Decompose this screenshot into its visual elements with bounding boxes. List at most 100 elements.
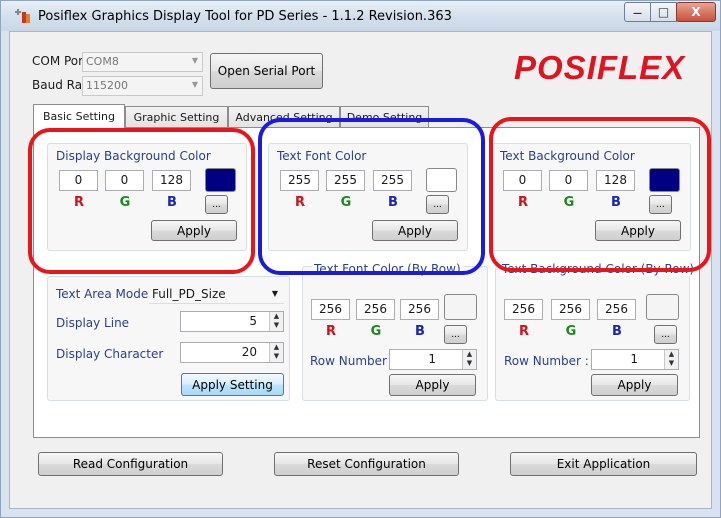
red-value-input[interactable]: 255	[280, 170, 319, 191]
color-swatch[interactable]	[444, 294, 477, 320]
display-line-spinner[interactable]: 5 ▲ ▼	[180, 311, 284, 332]
red-value-input[interactable]: 0	[503, 170, 542, 191]
spin-arrows-icon[interactable]: ▲ ▼	[269, 312, 283, 331]
com-port-value: COM8	[86, 55, 119, 68]
group-title: Display Background Color	[56, 149, 211, 163]
red-value-input[interactable]: 256	[311, 299, 350, 320]
open-serial-port-button[interactable]: Open Serial Port	[210, 53, 323, 89]
spin-arrows-icon[interactable]: ▲ ▼	[664, 350, 678, 369]
text-area-mode-select[interactable]: Full_PD_Size ▼	[149, 284, 284, 304]
red-label: R	[325, 324, 336, 339]
color-picker-button[interactable]: ...	[654, 325, 677, 344]
color-picker-button[interactable]: ...	[649, 195, 672, 214]
green-value-input[interactable]: 0	[105, 170, 144, 191]
text-area-mode-label: Text Area Mode	[56, 287, 149, 301]
display-line-label: Display Line	[56, 316, 130, 330]
read-configuration-button[interactable]: Read Configuration	[38, 452, 223, 476]
baud-rate-value: 115200	[86, 79, 128, 92]
green-label: G	[340, 195, 352, 210]
blue-value-input[interactable]: 256	[400, 299, 439, 320]
window-title: Posiflex Graphics Display Tool for PD Se…	[38, 9, 452, 24]
blue-label: B	[167, 195, 177, 210]
blue-label: B	[611, 195, 621, 210]
blue-label: B	[415, 324, 425, 339]
color-picker-button[interactable]: ...	[205, 195, 228, 214]
row-number-value: 1	[428, 352, 436, 366]
apply-button[interactable]: Apply	[591, 374, 678, 396]
close-icon: X	[691, 5, 701, 19]
group-title: Text Background Color	[500, 149, 635, 163]
text-area-mode-value: Full_PD_Size	[152, 287, 226, 301]
green-value-input[interactable]: 0	[549, 170, 588, 191]
apply-setting-button[interactable]: Apply Setting	[181, 373, 284, 396]
group-title: Text Background Color (By Row)	[500, 262, 697, 276]
row-number-spinner[interactable]: 1 ▲ ▼	[591, 349, 679, 370]
apply-button[interactable]: Apply	[389, 374, 476, 396]
green-value-input[interactable]: 255	[326, 170, 365, 191]
red-value-input[interactable]: 256	[504, 299, 543, 320]
green-label: G	[563, 195, 575, 210]
green-value-input[interactable]: 256	[356, 299, 395, 320]
maximize-icon: □	[657, 5, 670, 19]
row-number-label: Row Number :	[504, 354, 589, 368]
red-label: R	[73, 195, 84, 210]
close-button[interactable]: X	[676, 2, 716, 22]
apply-button[interactable]: Apply	[372, 220, 458, 241]
tab-graphic-setting[interactable]: Graphic Setting	[125, 106, 228, 127]
chevron-down-icon: ▼	[271, 289, 278, 298]
spin-arrows-icon[interactable]: ▲ ▼	[462, 350, 476, 369]
green-label: G	[119, 195, 131, 210]
baud-rate-select[interactable]: 115200 ▼	[82, 76, 203, 96]
blue-value-input[interactable]: 256	[597, 299, 636, 320]
color-swatch[interactable]	[426, 168, 457, 192]
group-title: Text Font Color	[277, 149, 367, 163]
display-character-label: Display Character	[56, 347, 164, 361]
tab-advanced-setting[interactable]: Advanced Setting	[228, 106, 340, 127]
chevron-down-icon: ▼	[191, 56, 198, 65]
text-background-color-group: Text Background Color 0 0 128 R G B ... …	[491, 143, 691, 251]
posiflex-logo: POSIFLEX	[510, 45, 700, 91]
maximize-button[interactable]: □	[650, 2, 677, 22]
blue-value-input[interactable]: 128	[596, 170, 635, 191]
color-picker-button[interactable]: ...	[444, 325, 467, 344]
display-character-value: 20	[241, 345, 257, 359]
display-line-value: 5	[249, 314, 257, 328]
color-swatch[interactable]	[649, 168, 680, 192]
apply-button[interactable]: Apply	[595, 220, 681, 241]
apply-button[interactable]: Apply	[151, 220, 237, 241]
row-number-value: 1	[630, 352, 638, 366]
color-picker-button[interactable]: ...	[426, 195, 449, 214]
red-value-input[interactable]: 0	[59, 170, 98, 191]
reset-configuration-button[interactable]: Reset Configuration	[274, 452, 459, 476]
row-number-label: Row Number :	[310, 354, 395, 368]
spin-arrows-icon[interactable]: ▲ ▼	[269, 343, 283, 362]
chevron-down-icon: ▼	[191, 80, 198, 89]
red-label: R	[294, 195, 305, 210]
minimize-button[interactable]: —	[624, 2, 651, 22]
green-label: G	[565, 324, 577, 339]
red-label: R	[518, 324, 529, 339]
color-swatch[interactable]	[646, 294, 679, 320]
color-swatch[interactable]	[205, 168, 236, 192]
display-background-group: Display Background Color 0 0 128 R G B .…	[47, 143, 247, 251]
tab-basic-setting[interactable]: Basic Setting	[33, 104, 125, 128]
text-area-group: Text Area Mode Full_PD_Size ▼ Display Li…	[47, 276, 290, 401]
blue-label: B	[388, 195, 398, 210]
blue-value-input[interactable]: 255	[373, 170, 412, 191]
minimize-icon: —	[633, 9, 642, 19]
green-label: G	[370, 324, 382, 339]
group-title: Text Font Color (By Row)	[312, 262, 463, 276]
font-color-by-row-group: Text Font Color (By Row) 256 256 256 R G…	[302, 262, 488, 401]
exit-application-button[interactable]: Exit Application	[510, 452, 697, 476]
row-number-spinner[interactable]: 1 ▲ ▼	[389, 349, 477, 370]
green-value-input[interactable]: 256	[551, 299, 590, 320]
tab-demo-setting[interactable]: Demo Setting	[340, 106, 429, 127]
blue-value-input[interactable]: 128	[152, 170, 191, 191]
com-port-select[interactable]: COM8 ▼	[82, 52, 203, 72]
red-label: R	[517, 195, 528, 210]
app-icon	[15, 9, 30, 23]
background-color-by-row-group: Text Background Color (By Row) 256 256 2…	[495, 262, 697, 401]
display-character-spinner[interactable]: 20 ▲ ▼	[180, 342, 284, 363]
text-font-color-group: Text Font Color 255 255 255 R G B ... Ap…	[268, 143, 468, 251]
blue-label: B	[612, 324, 622, 339]
